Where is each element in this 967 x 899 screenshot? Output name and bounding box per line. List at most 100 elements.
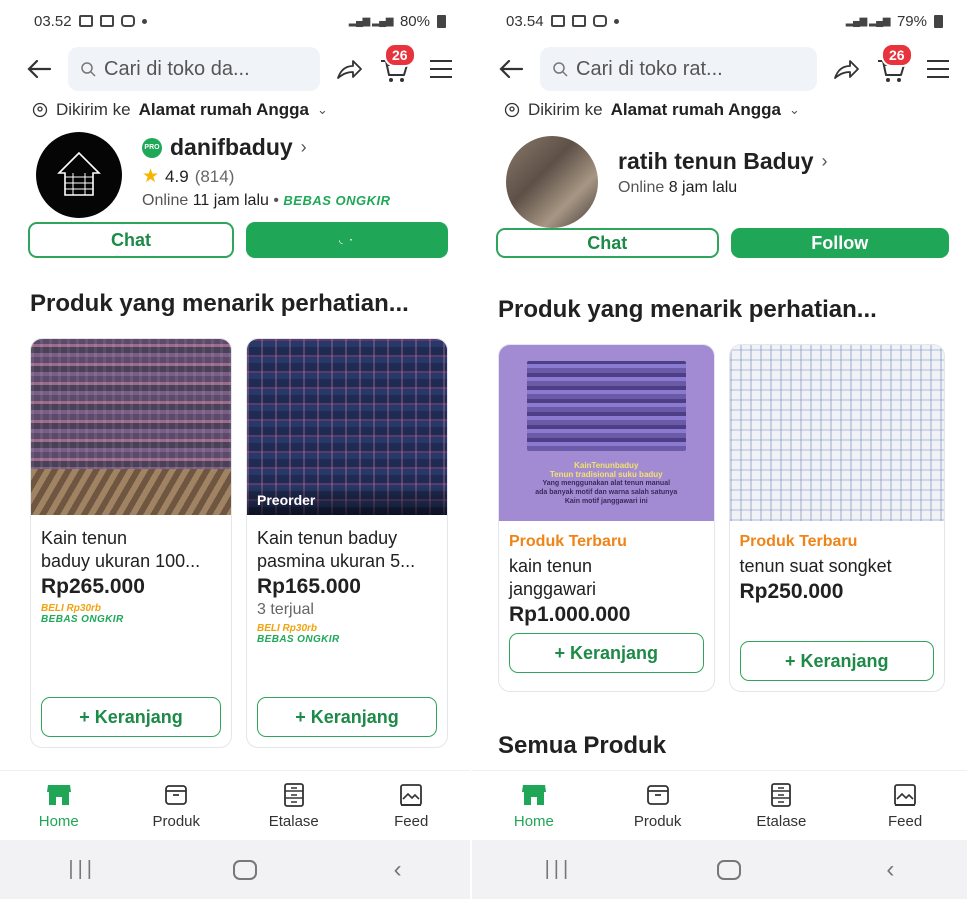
image-caption-line: Yang menggunakan alat tenun manual bbox=[542, 480, 671, 487]
system-back-icon[interactable]: ‹ bbox=[394, 856, 402, 884]
cart-count-badge: 26 bbox=[881, 43, 913, 67]
online-time: 11 jam lalu bbox=[192, 192, 269, 209]
shop-name-link[interactable]: PRO danifbaduy › bbox=[142, 134, 391, 161]
chevron-right-icon: › bbox=[300, 137, 307, 157]
top-toolbar: Cari di toko da... 26 bbox=[0, 42, 470, 96]
online-status: Online 8 jam lalu bbox=[618, 179, 828, 197]
status-bar: 03.54 ▂▄▆ ▂▄▆ 79% bbox=[472, 0, 967, 42]
image-caption-line: Kain motif janggawari ini bbox=[564, 498, 648, 505]
preorder-badge: Preorder bbox=[247, 485, 447, 515]
search-placeholder: Cari di toko rat... bbox=[576, 57, 723, 80]
image-caption-subtitle: Tenun tradisional suku baduy bbox=[549, 470, 663, 479]
product-image: KainTenunbaduy Tenun tradisional suku ba… bbox=[499, 345, 714, 521]
product-price: Rp250.000 bbox=[739, 580, 844, 603]
chat-button[interactable]: Chat bbox=[28, 222, 234, 258]
shop-avatar[interactable] bbox=[36, 132, 122, 218]
nav-produk[interactable]: Produk bbox=[131, 781, 221, 830]
location-pin-icon bbox=[504, 102, 520, 118]
follow-loading-icon: ◟ · bbox=[339, 234, 355, 246]
add-to-cart-button[interactable]: + Keranjang bbox=[509, 633, 704, 673]
follow-button[interactable]: ◟ · bbox=[246, 222, 448, 258]
fabric-photo bbox=[527, 361, 686, 451]
calendar-icon bbox=[99, 15, 114, 27]
recent-apps-icon[interactable]: ||| bbox=[545, 858, 573, 881]
location-pin-icon bbox=[32, 102, 48, 118]
nav-feed[interactable]: Feed bbox=[366, 781, 456, 830]
nav-etalase[interactable]: Etalase bbox=[249, 781, 339, 830]
nav-produk-label: Produk bbox=[152, 813, 201, 830]
promo-badge: BELI Rp30rb BEBAS ONGKIR bbox=[257, 623, 437, 645]
promo-free-shipping: BEBAS ONGKIR bbox=[257, 634, 340, 645]
add-to-cart-button[interactable]: + Keranjang bbox=[257, 697, 437, 737]
product-name-line: janggawari bbox=[509, 579, 597, 599]
back-arrow-icon[interactable] bbox=[496, 54, 526, 84]
shop-avatar[interactable] bbox=[506, 136, 598, 228]
chat-button[interactable]: Chat bbox=[496, 228, 719, 258]
nav-produk[interactable]: Produk bbox=[613, 781, 703, 830]
shop-header: PRO danifbaduy › ★ 4.9 (814) Online 11 j… bbox=[0, 124, 470, 220]
share-icon[interactable] bbox=[831, 54, 861, 84]
free-shipping-badge: BEBAS ONGKIR bbox=[283, 193, 391, 208]
cart-button[interactable]: 26 bbox=[378, 43, 416, 86]
nav-home[interactable]: Home bbox=[14, 781, 104, 830]
home-key-icon[interactable] bbox=[717, 859, 742, 880]
nav-home[interactable]: Home bbox=[489, 781, 579, 830]
back-arrow-icon[interactable] bbox=[24, 54, 54, 84]
nav-etalase[interactable]: Etalase bbox=[736, 781, 826, 830]
follow-button[interactable]: Follow bbox=[730, 228, 949, 258]
product-box-icon bbox=[646, 785, 669, 805]
showcase-icon bbox=[283, 783, 304, 807]
recommended-section-title: Produk yang menarik perhatian... bbox=[30, 290, 409, 317]
bottom-navigation: Home Produk Etalase Feed bbox=[472, 770, 967, 840]
new-product-tag: Produk Terbaru bbox=[739, 533, 858, 550]
product-image bbox=[729, 345, 944, 521]
nav-produk-label: Produk bbox=[633, 813, 682, 830]
product-list: KainTenunbaduy Tenun tradisional suku ba… bbox=[472, 344, 967, 692]
instagram-icon bbox=[120, 15, 135, 27]
add-to-cart-button[interactable]: + Keranjang bbox=[739, 641, 934, 681]
promo-badge: BELI Rp30rb BEBAS ONGKIR bbox=[41, 603, 221, 625]
separator-dot: • bbox=[273, 192, 279, 209]
product-list: Kain tenun baduy ukuran 100... Rp265.000… bbox=[0, 338, 470, 748]
hamburger-menu-icon[interactable] bbox=[426, 54, 456, 84]
ship-to-selector[interactable]: Dikirim ke Alamat rumah Angga ⌄ bbox=[472, 96, 967, 124]
product-name-line: Kain tenun bbox=[41, 528, 128, 548]
cart-button[interactable]: 26 bbox=[875, 43, 913, 86]
share-icon[interactable] bbox=[334, 54, 364, 84]
recent-apps-icon[interactable]: ||| bbox=[68, 858, 96, 881]
system-navigation-bar: ||| ‹ bbox=[472, 840, 967, 899]
search-input[interactable]: Cari di toko da... bbox=[68, 47, 320, 91]
recommended-section-title: Produk yang menarik perhatian... bbox=[498, 296, 877, 323]
product-card[interactable]: Kain tenun baduy ukuran 100... Rp265.000… bbox=[30, 338, 232, 748]
pro-badge-icon: PRO bbox=[142, 137, 162, 158]
instagram-icon bbox=[592, 15, 607, 27]
add-to-cart-button[interactable]: + Keranjang bbox=[41, 697, 221, 737]
system-navigation-bar: ||| ‹ bbox=[0, 840, 470, 899]
search-input[interactable]: Cari di toko rat... bbox=[540, 47, 817, 91]
battery-icon bbox=[437, 14, 446, 28]
hamburger-menu-icon[interactable] bbox=[923, 54, 953, 84]
signal-icon: ▂▄▆ ▂▄▆ bbox=[845, 15, 891, 27]
calendar-icon bbox=[571, 15, 586, 27]
product-price: Rp1.000.000 bbox=[509, 603, 631, 626]
product-box-icon bbox=[165, 785, 188, 805]
product-card[interactable]: Preorder Kain tenun baduy pasmina ukuran… bbox=[246, 338, 448, 748]
online-time: 8 jam lalu bbox=[668, 179, 738, 196]
home-key-icon[interactable] bbox=[232, 859, 257, 880]
ship-to-selector[interactable]: Dikirim ke Alamat rumah Angga ⌄ bbox=[0, 96, 470, 124]
product-card[interactable]: KainTenunbaduy Tenun tradisional suku ba… bbox=[498, 344, 715, 692]
product-name-line: kain tenun bbox=[509, 556, 593, 576]
nav-feed[interactable]: Feed bbox=[860, 781, 950, 830]
shop-name-link[interactable]: ratih tenun Baduy › bbox=[618, 148, 828, 175]
nav-home-label: Home bbox=[513, 813, 554, 830]
sold-count: 3 terjual bbox=[257, 601, 314, 618]
all-products-title: Semua Produk bbox=[498, 732, 667, 759]
showcase-icon bbox=[771, 783, 792, 807]
shop-name: ratih tenun Baduy bbox=[618, 148, 814, 174]
battery-level: 80% bbox=[399, 12, 430, 30]
product-name-line: pasmina ukuran 5... bbox=[257, 551, 416, 571]
shop-actions: Chat ◟ · bbox=[0, 222, 470, 258]
star-icon: ★ bbox=[142, 166, 160, 187]
system-back-icon[interactable]: ‹ bbox=[886, 856, 894, 884]
product-card[interactable]: Produk Terbaru tenun suat songket Rp250.… bbox=[728, 344, 945, 692]
